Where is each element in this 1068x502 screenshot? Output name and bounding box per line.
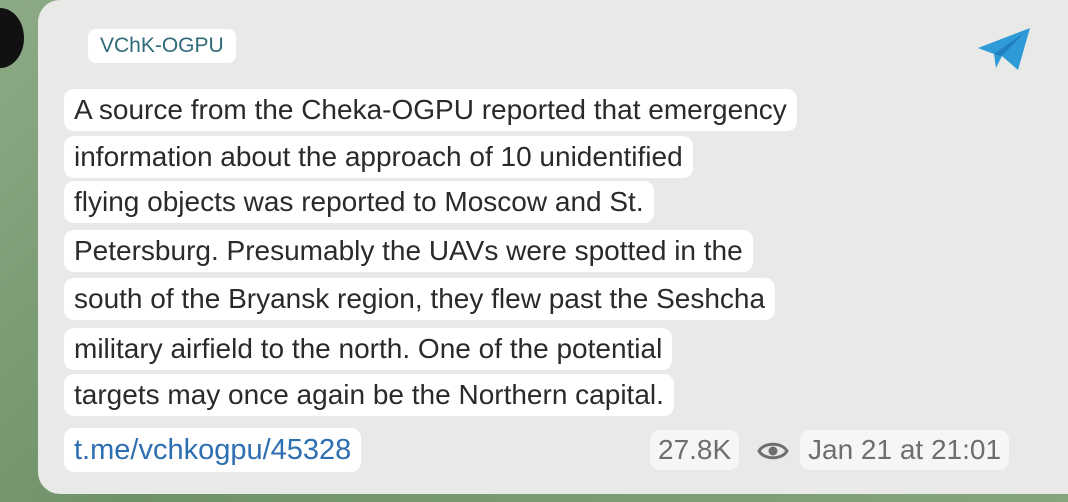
message-text-line: information about the approach of 10 uni…: [64, 136, 693, 178]
message-text-line: flying objects was reported to Moscow an…: [64, 181, 654, 223]
post-link[interactable]: t.me/vchkogpu/45328: [64, 428, 362, 472]
channel-name[interactable]: VChK-OGPU: [88, 29, 236, 63]
message-text-line: targets may once again be the Northern c…: [64, 374, 674, 416]
eye-icon: [756, 438, 790, 464]
view-count: 27.8K: [650, 430, 740, 470]
message-text-line: military airfield to the north. One of t…: [64, 328, 673, 370]
message-text-line: south of the Bryansk region, they flew p…: [64, 278, 776, 320]
message-text-line: Petersburg. Presumably the UAVs were spo…: [64, 230, 753, 272]
telegram-share-icon: [978, 28, 1030, 70]
message-text-line: A source from the Cheka-OGPU reported th…: [64, 89, 797, 131]
message-timestamp: Jan 21 at 21:01: [800, 430, 1010, 470]
share-button[interactable]: [974, 24, 1034, 74]
